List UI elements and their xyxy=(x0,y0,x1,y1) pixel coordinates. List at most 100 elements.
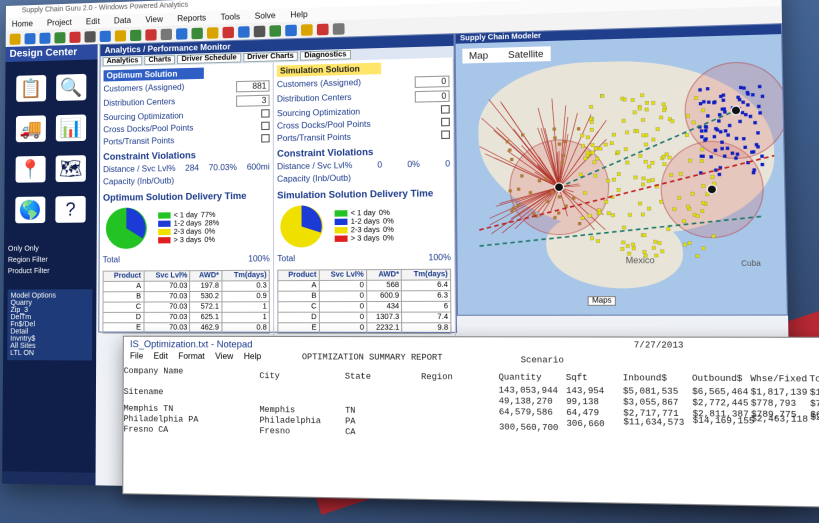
ltl-on-toggle[interactable]: LTL ON xyxy=(10,350,89,357)
simulation-row-value[interactable]: 0 xyxy=(414,90,450,103)
supply-chain-map[interactable]: Supply Chain Modeler Map Satellite Mexic… xyxy=(454,23,789,316)
toolbar-icon[interactable] xyxy=(130,29,142,41)
table-header: AWD* xyxy=(366,269,402,281)
map-pin-icon[interactable]: 📍 xyxy=(15,155,46,183)
tab-diagnostics[interactable]: Diagnostics xyxy=(300,49,351,61)
tab-charts[interactable]: Charts xyxy=(144,55,176,66)
optimum-row-checkbox[interactable] xyxy=(261,134,270,143)
customer-marker xyxy=(717,113,722,117)
toolbar-icon[interactable] xyxy=(222,26,234,38)
toolbar-icon[interactable] xyxy=(191,27,203,39)
toolbar-icon[interactable] xyxy=(160,28,172,40)
info-only-filter[interactable]: Only Only xyxy=(8,245,93,252)
menu-edit[interactable]: Edit xyxy=(86,15,100,29)
option-deltm[interactable]: DelTm xyxy=(10,314,89,321)
option-detail[interactable]: Detail xyxy=(10,328,89,335)
customer-marker xyxy=(633,111,636,114)
simulation-row-value[interactable]: 0 xyxy=(414,75,450,88)
table-header: Tm(days) xyxy=(221,270,270,281)
toolbar-icon[interactable] xyxy=(24,32,36,44)
simulation-column: Simulation Solution Customers (Assigned)… xyxy=(273,57,456,338)
globe-icon[interactable]: 🌎 xyxy=(15,196,46,224)
toolbar-icon[interactable] xyxy=(285,24,297,36)
site-name: Philadelphia PA xyxy=(123,414,199,425)
menu-view[interactable]: View xyxy=(145,13,163,27)
table-cell: 7.4 xyxy=(402,312,451,323)
customer-marker xyxy=(557,211,561,215)
table-cell: 70.03 xyxy=(143,312,190,323)
map-icon[interactable]: 🗺 xyxy=(55,155,86,183)
option-zip3[interactable]: Zip_3 xyxy=(10,307,89,314)
network-overlay xyxy=(456,24,787,314)
table-cell: E xyxy=(277,322,320,334)
site-inbound: $5,081,535 xyxy=(622,386,679,398)
search-document-icon[interactable]: 🔍 xyxy=(56,73,87,101)
customer-marker xyxy=(677,196,681,199)
toolbar-icon[interactable] xyxy=(145,28,157,41)
toolbar-icon[interactable] xyxy=(269,24,282,37)
toolbar-icon[interactable] xyxy=(69,31,81,43)
np-menu-help[interactable]: Help xyxy=(244,352,261,362)
toolbar-icon[interactable] xyxy=(206,26,219,39)
product-filter[interactable]: Product Filter xyxy=(8,268,93,275)
simulation-row-checkbox[interactable] xyxy=(441,130,450,140)
optimum-row: Distribution Centers 3 xyxy=(103,94,270,110)
bar-chart-icon[interactable]: 📊 xyxy=(55,114,87,142)
toolbar-icon[interactable] xyxy=(238,25,250,38)
toolbar-icon[interactable] xyxy=(253,25,266,37)
toolbar-icon[interactable] xyxy=(54,31,66,43)
np-menu-view[interactable]: View xyxy=(215,352,233,362)
optimum-legend-item: 1-2 days 28% xyxy=(158,220,219,228)
toolbar-icon[interactable] xyxy=(99,30,111,42)
clipboard-icon[interactable]: 📋 xyxy=(16,74,47,102)
np-menu-file[interactable]: File xyxy=(130,351,143,360)
menu-solve[interactable]: Solve xyxy=(255,9,276,23)
site-name: Memphis TN xyxy=(123,404,174,415)
toolbar-icon[interactable] xyxy=(39,32,51,44)
simulation-row-checkbox[interactable] xyxy=(441,117,450,127)
optimum-product-table: Product Svc Lvl% AWD* Tm(days) A 70.03 197.8 0.… xyxy=(102,270,270,334)
customer-marker xyxy=(717,172,722,177)
toolbar-icon[interactable] xyxy=(301,23,313,36)
optimum-total-pct: 100% xyxy=(248,253,270,264)
menu-home[interactable]: Home xyxy=(12,17,33,31)
menu-data[interactable]: Data xyxy=(114,14,131,28)
option-fndel[interactable]: Fn$/Del xyxy=(10,321,89,328)
simulation-row-checkbox[interactable] xyxy=(440,105,450,114)
optimum-row-value[interactable]: 881 xyxy=(236,80,270,93)
customer-marker xyxy=(610,142,613,145)
maps-button[interactable]: Maps xyxy=(587,296,617,306)
optimum-row-checkbox[interactable] xyxy=(261,121,270,131)
table-cell: 2232.1 xyxy=(366,322,403,334)
customer-marker xyxy=(622,119,625,122)
customer-marker xyxy=(659,200,662,203)
optimum-row-checkbox[interactable] xyxy=(261,109,270,118)
menu-tools[interactable]: Tools xyxy=(221,10,240,24)
customer-marker xyxy=(562,153,566,158)
customer-marker xyxy=(634,176,637,179)
tab-analytics[interactable]: Analytics xyxy=(102,56,143,67)
region-filter[interactable]: Region Filter xyxy=(8,256,93,264)
menu-help[interactable]: Help xyxy=(290,8,307,22)
optimum-row-value[interactable]: 3 xyxy=(236,94,270,107)
toolbar-icon[interactable] xyxy=(316,23,329,35)
customer-marker xyxy=(757,84,762,89)
toolbar-icon[interactable] xyxy=(84,30,96,43)
toolbar-icon[interactable] xyxy=(176,27,188,40)
customer-marker xyxy=(604,200,607,203)
simulation-row: Ports/Transit Points xyxy=(277,130,450,143)
toolbar-icon[interactable] xyxy=(114,29,127,42)
toolbar-icon[interactable] xyxy=(9,33,21,45)
np-menu-edit[interactable]: Edit xyxy=(154,351,168,360)
toolbar-icon[interactable] xyxy=(332,22,345,35)
tab-driver-schedule[interactable]: Driver Schedule xyxy=(177,53,241,65)
notepad-body[interactable]: OPTIMIZATION SUMMARY REPORT Scenario 7/27/… xyxy=(123,341,819,497)
help-icon[interactable]: ? xyxy=(55,195,86,223)
tab-driver-charts[interactable]: Driver Charts xyxy=(242,51,298,63)
menu-reports[interactable]: Reports xyxy=(177,11,206,25)
np-menu-format[interactable]: Format xyxy=(178,351,204,361)
truck-icon[interactable]: 🚚 xyxy=(15,115,46,143)
table-cell: 1 xyxy=(221,312,270,323)
customer-marker xyxy=(741,100,745,104)
menu-project[interactable]: Project xyxy=(47,16,72,30)
